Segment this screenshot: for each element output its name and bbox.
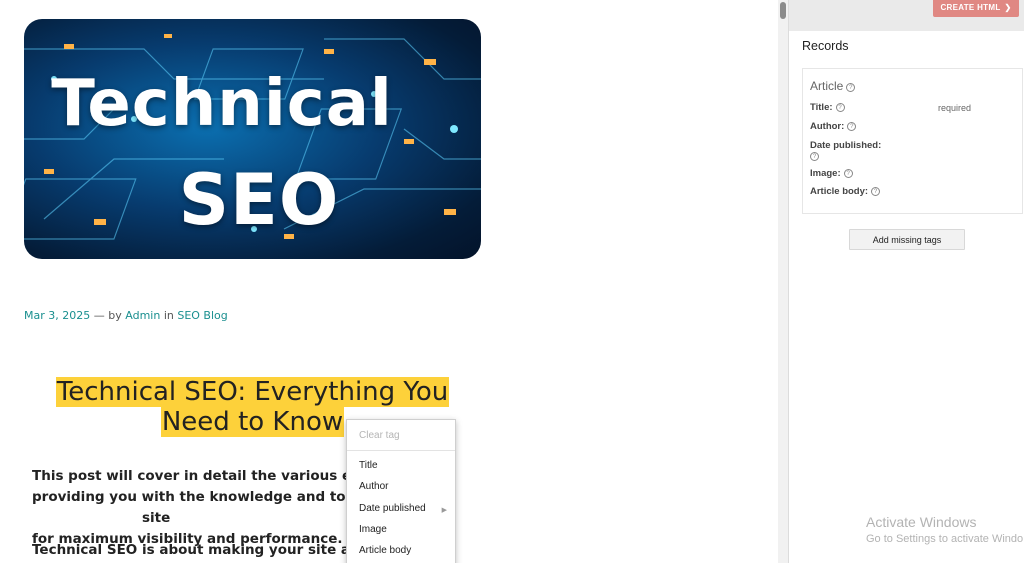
menu-item-author[interactable]: Author <box>359 481 388 492</box>
field-date-published[interactable]: Date published:? <box>810 140 881 162</box>
help-icon[interactable]: ? <box>846 83 856 92</box>
post-title-line1[interactable]: Technical SEO: Everything You <box>55 377 450 407</box>
submenu-arrow-icon: ▶ <box>441 507 447 514</box>
chevron-right-icon: ❯ <box>1004 3 1012 12</box>
category-link[interactable]: SEO Blog <box>177 309 227 322</box>
menu-item-clear-tag: Clear tag <box>359 430 400 441</box>
help-icon[interactable]: ? <box>871 187 881 196</box>
hero-title-line2: SEO <box>178 159 340 241</box>
create-html-label: CREATE HTML <box>940 3 1001 12</box>
menu-item-title[interactable]: Title <box>359 460 378 471</box>
activate-windows-watermark: Activate Windows Go to Settings to activ… <box>866 514 1023 545</box>
help-icon[interactable]: ? <box>843 169 853 178</box>
panel-toolbar: CREATE HTML ❯ <box>789 0 1024 31</box>
required-label: required <box>938 103 972 113</box>
featured-image: Technical SEO <box>24 19 481 259</box>
menu-item-image[interactable]: Image <box>359 524 387 535</box>
field-image-label: Image: <box>810 168 841 179</box>
post-meta: Mar 3, 2025 — by Admin in SEO Blog <box>24 309 228 322</box>
watermark-subtitle: Go to Settings to activate Windo <box>866 533 1024 545</box>
field-date-published-label: Date published: <box>810 140 882 151</box>
create-html-button[interactable]: CREATE HTML ❯ <box>933 0 1019 17</box>
field-article-body[interactable]: Article body:? <box>810 186 881 197</box>
page-scrollbar[interactable] <box>778 0 788 563</box>
field-title-label: Title: <box>810 102 833 113</box>
tag-context-menu: Clear tag Title Author Date published ▶ … <box>346 419 456 563</box>
article-record: Article? Title:? required Author:? Date … <box>802 68 1023 214</box>
meta-separator: — <box>93 309 105 322</box>
field-image[interactable]: Image:? <box>810 168 853 179</box>
meta-in: in <box>163 309 174 322</box>
article-heading-label: Article <box>810 79 844 93</box>
field-title[interactable]: Title:? <box>810 102 845 113</box>
hero-title-line1: Technical <box>51 67 393 141</box>
help-icon[interactable]: ? <box>847 122 857 131</box>
add-missing-tags-button[interactable]: Add missing tags <box>849 229 965 250</box>
help-icon[interactable]: ? <box>810 152 819 161</box>
field-author-label: Author: <box>810 121 845 132</box>
records-heading: Records <box>802 39 849 53</box>
field-author[interactable]: Author:? <box>810 121 857 132</box>
meta-by: by <box>108 309 122 322</box>
menu-separator <box>347 450 455 451</box>
watermark-title: Activate Windows <box>866 514 977 530</box>
help-icon[interactable]: ? <box>835 103 845 112</box>
article-heading: Article? <box>810 79 856 93</box>
menu-item-article-body[interactable]: Article body <box>359 545 411 556</box>
scrollbar-thumb[interactable] <box>780 2 786 19</box>
menu-item-date-published[interactable]: Date published <box>359 503 426 514</box>
article-page: Technical SEO Mar 3, 2025 — by Admin in … <box>0 0 778 563</box>
post-date-link[interactable]: Mar 3, 2025 <box>24 309 90 322</box>
author-link[interactable]: Admin <box>125 309 160 322</box>
panel-body: Records Article? Title:? required Author… <box>789 31 1024 563</box>
markup-helper-panel: CREATE HTML ❯ Records Article? Title:? r… <box>788 0 1024 563</box>
field-article-body-label: Article body: <box>810 186 869 197</box>
post-title-line2[interactable]: Need to Know <box>160 407 345 437</box>
paragraph-1-tail: site <box>142 510 171 526</box>
